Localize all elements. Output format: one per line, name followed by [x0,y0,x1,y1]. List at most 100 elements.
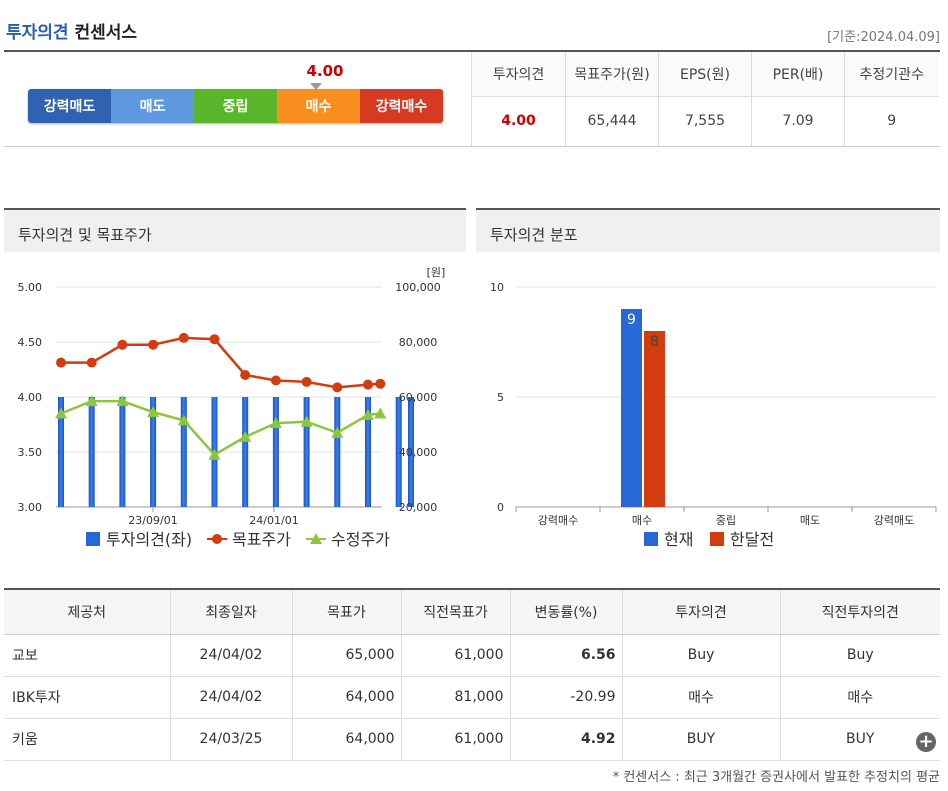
adjusted-price-line [60,399,381,457]
opinion-target-panel: 투자의견 및 목표주가 [4,208,466,252]
divider [4,146,940,147]
legend-opinion: 투자의견(좌) [106,530,192,549]
cell-date: 24/03/25 [169,718,292,761]
opinion-distribution-chart: 10 5 0 강력매수 매수 98 중립 매도 강력매도 현재 한달전 [490,281,937,549]
section-title: 투자의견 컨센서스 [6,18,137,43]
summary-table: 투자의견 목표주가(원) EPS(원) PER(배) 추정기관수 4.00 65… [471,52,939,146]
bar-value-label: 9 [627,312,636,328]
opinion-bar [180,397,187,507]
unit-label: [원] [427,266,446,279]
opinion-bar [88,397,95,507]
summary-value: 7.09 [751,96,845,146]
category-label: 강력매도 [874,514,914,527]
opinion-bar [242,397,249,507]
cell-opinion: BUY [621,718,780,761]
scale-sell: 매도 [111,89,194,123]
summary-header: 목표주가(원) [565,52,659,97]
y-right-tick: 60,000 [399,391,438,404]
y-tick: 10 [490,281,504,294]
distribution-bar [644,331,665,507]
y-right-tick: 100,000 [395,281,441,294]
category-label: 매수 [632,514,652,527]
legend-month-ago-swatch [710,532,724,546]
cell-broker: 교보 [4,634,170,677]
cell-change: -20.99 [509,676,622,719]
col-header: 목표가 [291,588,401,635]
adjusted-price-point [239,430,252,442]
cell-date: 24/04/02 [169,676,292,719]
target-price-point [178,332,189,343]
summary-value: 7,555 [658,96,752,146]
y-left-tick: 5.00 [18,281,43,294]
cell-prev-target: 81,000 [400,676,510,719]
opinion-value: 4.00 [306,62,344,80]
summary-header: 투자의견 [471,52,566,97]
opinion-bar [334,397,341,507]
legend-opinion-swatch [86,532,100,546]
summary-header: PER(배) [751,52,845,97]
category-label: 중립 [716,514,736,527]
table-row: 키움 24/03/25 64,000 61,000 4.92 BUY BUY [4,718,940,761]
table-row: IBK투자 24/04/02 64,000 81,000 -20.99 매수 매… [4,676,940,719]
table-row: 교보 24/04/02 65,000 61,000 6.56 Buy Buy [4,634,940,677]
target-price-point [117,339,128,350]
summary-header: EPS(원) [658,52,752,97]
cell-target: 64,000 [291,718,401,761]
category-label: 매도 [800,514,820,527]
y-left-tick: 3.00 [18,501,43,514]
opinion-target-chart: 5.00 4.50 4.00 3.50 3.00 100,000 80,000 60,000 4… [18,266,446,549]
y-tick: 0 [497,501,504,514]
x-tick-label: 24/01/01 [249,514,298,527]
more-plus-icon[interactable]: + [916,732,936,752]
opinion-bar [272,397,279,507]
y-right-tick: 80,000 [399,336,438,349]
cell-date: 24/04/02 [169,634,292,677]
y-left-tick: 4.00 [18,391,43,404]
col-header: 직전목표가 [400,588,510,635]
scale-strong-buy: 강력매수 [360,89,443,123]
title-opinion: 투자의견 [6,23,69,43]
cell-prev-opinion: Buy [779,634,940,677]
legend-current: 현재 [664,530,693,549]
target-price-point [375,378,386,389]
y-left-tick: 4.50 [18,336,43,349]
legend-month-ago: 한달전 [730,530,774,549]
y-right-tick: 20,000 [399,501,438,514]
title-consensus: 컨센서스 [74,23,138,43]
target-price-point [270,375,281,386]
y-right-tick: 40,000 [399,446,438,459]
cell-change: 4.92 [509,718,622,761]
cell-broker: IBK투자 [4,676,170,719]
target-price-point [301,376,312,387]
legend-target: 목표주가 [232,530,291,549]
x-tick-label: 23/09/01 [128,514,177,527]
cell-prev-opinion: 매수 [779,676,940,719]
cell-change: 6.56 [509,634,622,677]
y-left-tick: 3.50 [18,446,43,459]
summary-value: 4.00 [471,96,566,146]
target-price-point [363,379,373,390]
col-header: 투자의견 [621,588,780,635]
panel-title: 투자의견 및 목표주가 [4,208,466,252]
category-label: 강력매수 [538,514,578,527]
scale-neutral: 중립 [194,89,277,123]
legend-target-swatch [212,534,222,544]
broker-table: 제공처 최종일자 목표가 직전목표가 변동률(%) 투자의견 직전투자의견 교보… [4,588,940,761]
opinion-scale: 강력매도 매도 중립 매수 강력매수 [28,89,443,123]
cell-target: 64,000 [291,676,401,719]
cell-prev-target: 61,000 [400,718,510,761]
footnote: * 컨센서스 : 최근 3개월간 증권사에서 발표한 추정치의 평균 [612,770,940,785]
opinion-distribution-panel: 투자의견 분포 [476,208,940,252]
target-price-point [209,334,220,345]
cell-opinion: Buy [621,634,780,677]
target-price-point [148,339,159,350]
distribution-bar [621,309,642,507]
opinion-bar [303,397,310,507]
target-price-point [332,382,343,393]
base-date: [기준:2024.04.09] [827,30,940,45]
scale-buy: 매수 [277,89,360,123]
summary-header: 추정기관수 [844,52,939,97]
col-header: 직전투자의견 [779,588,940,635]
y-tick: 5 [497,391,504,404]
target-price-line [61,336,381,389]
